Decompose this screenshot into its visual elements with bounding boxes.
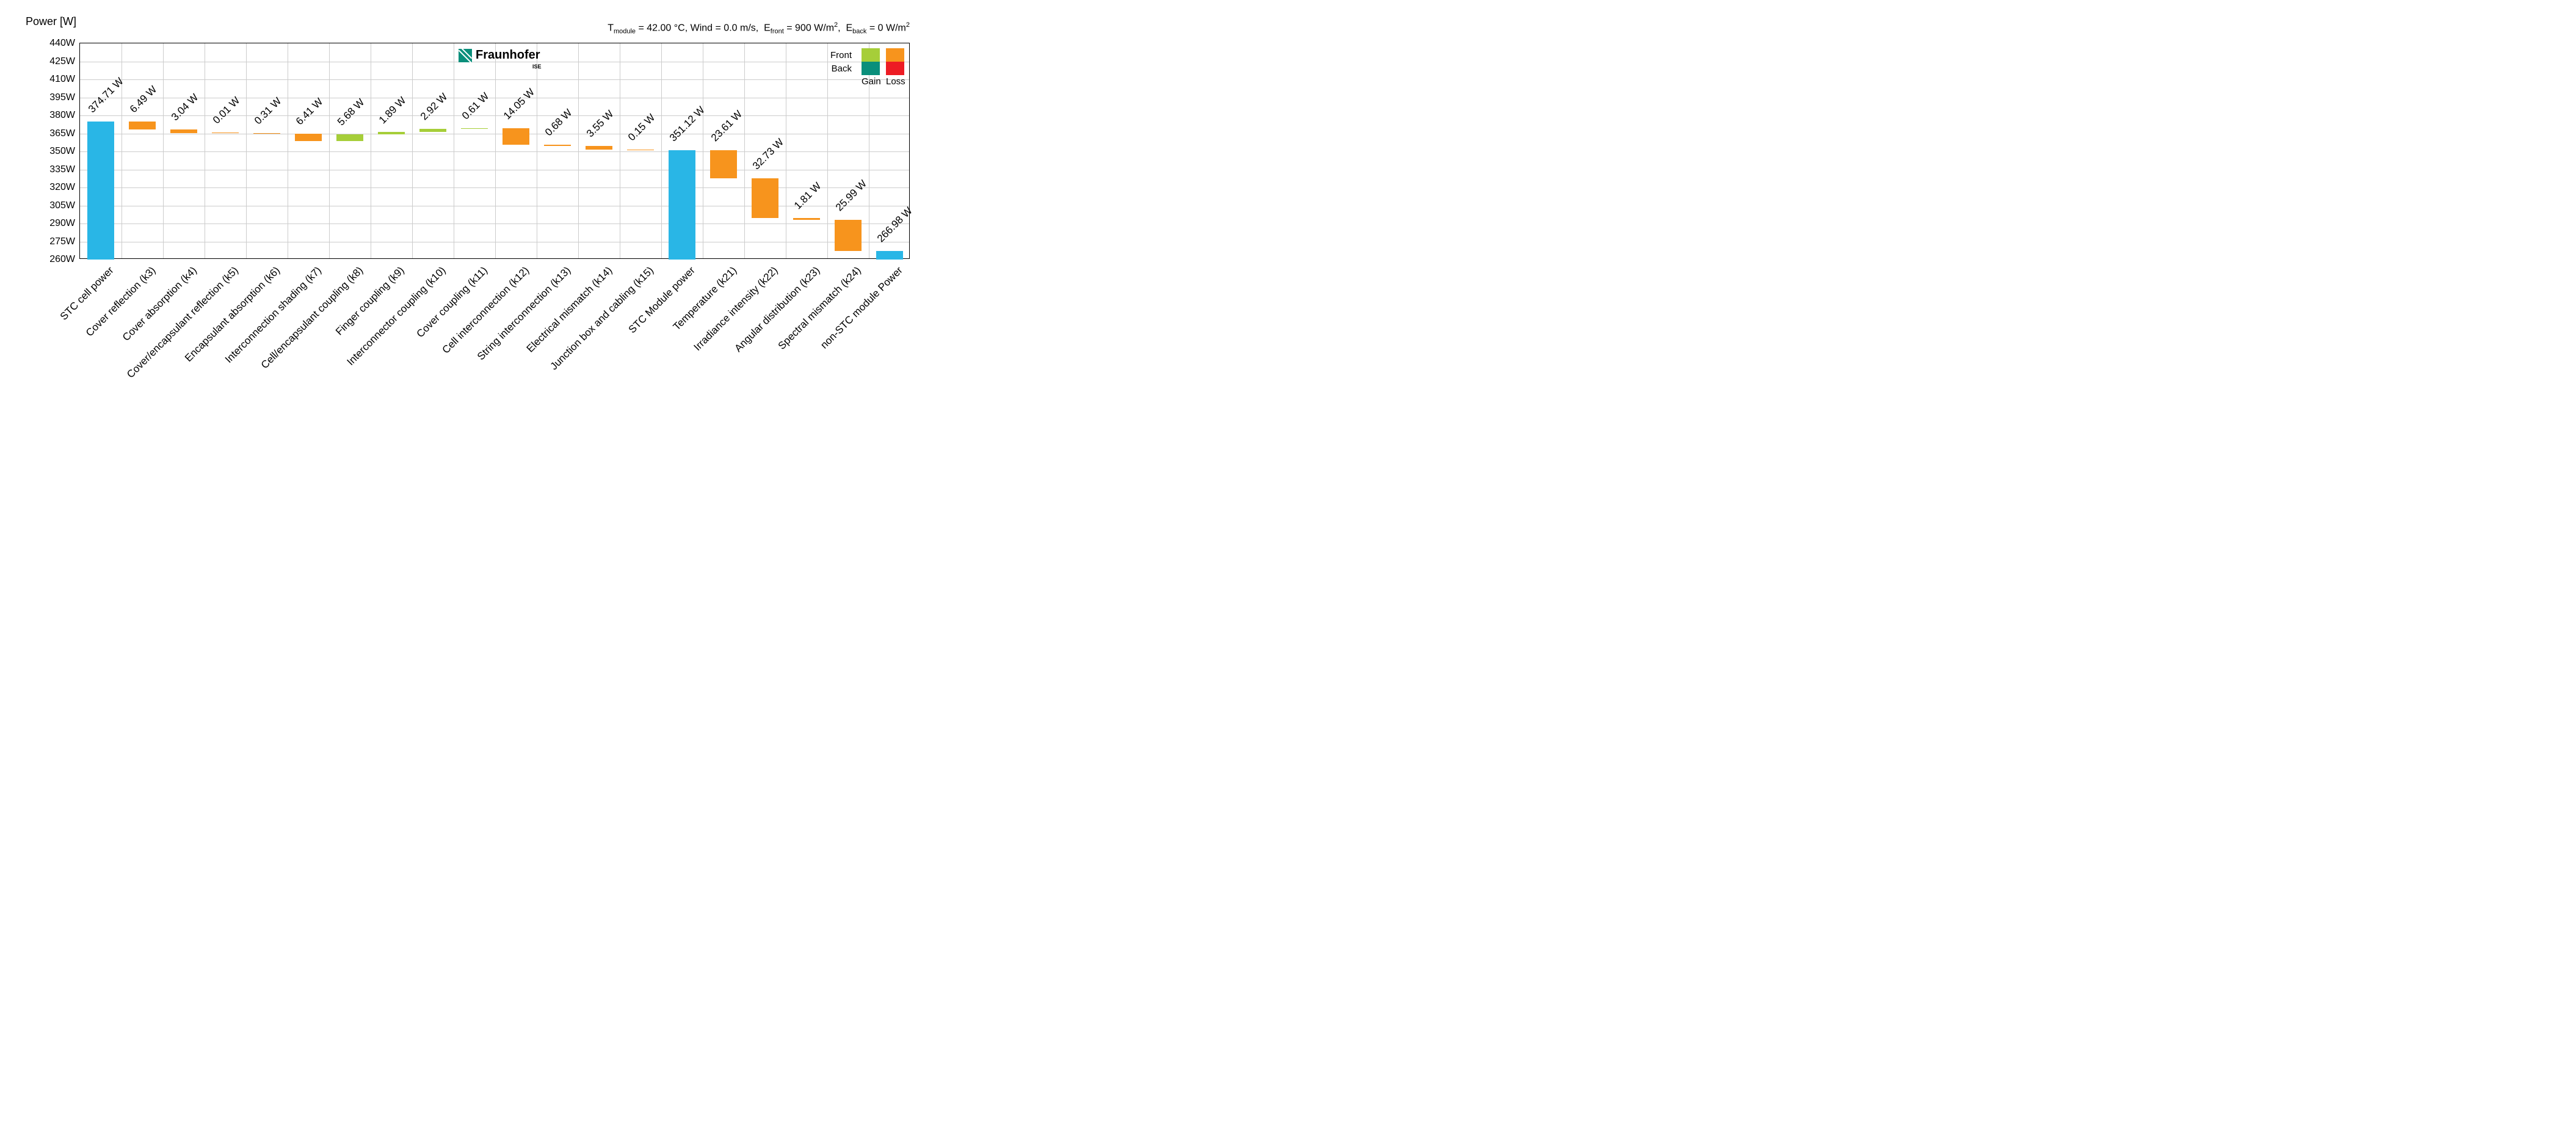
legend-swatch [862,48,880,62]
ytick-label: 260W [49,254,75,265]
gridline-v [329,43,330,258]
legend-row-label: Front [825,50,852,60]
gridline-v [163,43,164,258]
bar [586,146,613,150]
xtick-label: Cover absorption (k4) [120,264,200,344]
legend-caption: Gain [862,76,880,87]
bar [710,150,738,178]
ytick-label: 395W [49,92,75,103]
ytick-label: 290W [49,218,75,229]
bar-value-label: 266.98 W [875,205,915,245]
bar-value-label: 0.61 W [460,90,492,122]
bar [793,218,821,220]
bar-value-label: 6.41 W [294,96,325,128]
xtick-label: Cover coupling (k11) [415,264,490,340]
bar-value-label: 3.55 W [584,107,616,139]
bar-value-label: 0.01 W [211,95,242,126]
plot-area: 260W275W290W305W320W335W350W365W380W395W… [79,43,910,259]
bar [669,150,696,260]
bar-value-label: 14.05 W [501,86,537,122]
bar [170,129,198,133]
ytick-label: 350W [49,146,75,157]
ytick-label: 440W [49,38,75,49]
bar [378,132,405,134]
bar-value-label: 1.81 W [792,180,824,211]
bar-value-label: 5.68 W [335,96,367,128]
gridline-v [412,43,413,258]
ytick-label: 410W [49,74,75,85]
ytick-label: 335W [49,164,75,175]
bar-value-label: 23.61 W [709,108,745,144]
legend-row-label: Back [825,64,852,74]
bar-value-label: 2.92 W [418,91,450,123]
fraunhofer-logo-subtext: ISE [532,64,542,70]
legend-caption: Loss [886,76,904,87]
conditions-annotation: Tmodule = 42.00 °C, Wind = 0.0 m/s, Efro… [608,21,910,35]
bar-value-label: 0.31 W [252,95,284,127]
fraunhofer-logo: FraunhoferISE [459,48,540,62]
bar-value-label: 0.15 W [626,112,658,144]
bar-value-label: 6.49 W [128,84,159,115]
xtick-label: non-STC module Power [818,264,905,351]
bar [336,134,364,141]
legend: Front Back Gain Loss [825,48,904,87]
legend-swatch [862,62,880,75]
ytick-label: 365W [49,128,75,139]
xtick-label: Cover reflection (k3) [83,264,158,339]
fraunhofer-logo-text: FraunhoferISE [476,48,540,62]
ytick-label: 380W [49,110,75,121]
bar [295,134,322,142]
bar-value-label: 1.89 W [377,94,408,126]
gridline-v [578,43,579,258]
legend-swatch [886,62,904,75]
ytick-label: 320W [49,182,75,193]
xtick-label: Finger coupling (k9) [333,264,407,338]
gridline-v [495,43,496,258]
bar-value-label: 3.04 W [169,92,201,123]
ytick-label: 305W [49,200,75,211]
fraunhofer-logo-mark-icon [459,49,472,62]
bar [503,128,530,145]
legend-swatch [886,48,904,62]
bar-value-label: 25.99 W [833,178,869,214]
bar-value-label: 374.71 W [86,76,126,116]
bar [419,129,447,133]
bar [253,133,281,134]
bar [835,220,862,251]
xtick-label: Irradiance intensity (k22) [692,264,781,354]
bar [752,178,779,217]
gridline-v [246,43,247,258]
ytick-label: 275W [49,236,75,247]
xtick-label: Spectral mismatch (k24) [776,264,864,352]
gridline-v [661,43,662,258]
bar-value-label: 32.73 W [750,136,786,172]
bar [876,251,904,260]
gridline-v [744,43,745,258]
ytick-label: 425W [49,56,75,67]
bar [461,128,488,129]
waterfall-chart: Power [W] Tmodule = 42.00 °C, Wind = 0.0… [0,0,928,412]
bar [87,122,115,260]
bar [129,122,156,129]
y-axis-label: Power [W] [26,15,76,28]
bar-value-label: 351.12 W [667,104,708,144]
